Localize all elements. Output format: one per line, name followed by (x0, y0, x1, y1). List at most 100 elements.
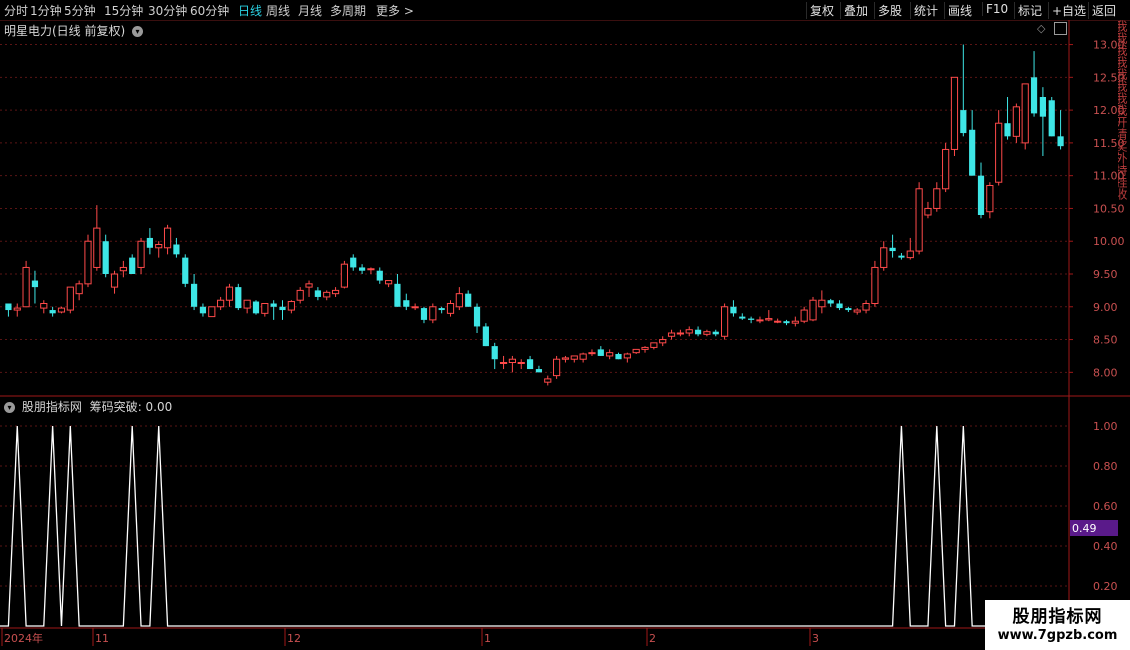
candle-body-up (986, 185, 994, 213)
candle-body-down (314, 290, 321, 297)
candle-body-down (438, 308, 445, 311)
candle-body-up (933, 188, 941, 209)
candle-body-down (827, 300, 834, 304)
candle-body-up (871, 266, 879, 305)
candle-body-up (650, 342, 658, 348)
current-value-marker-label: 0.49 (1072, 522, 1097, 535)
candle-body-up (243, 299, 251, 309)
candle-body-down (199, 306, 207, 314)
candle-body-up (721, 306, 729, 337)
indicator-axis-label: 0.40 (1093, 540, 1118, 553)
price-axis-label: 9.50 (1093, 268, 1118, 281)
candle-body-up (84, 240, 92, 285)
candle-body-up (119, 266, 127, 272)
price-axis-label: 8.00 (1093, 366, 1118, 379)
diamond-icon[interactable]: ◇ (1037, 22, 1045, 35)
candle-body-up (110, 273, 119, 288)
chevron-down-icon[interactable]: ▾ (4, 402, 15, 413)
date-axis-label: 12 (287, 632, 301, 645)
candle-body-up (208, 306, 216, 318)
candle-body-up (305, 283, 313, 288)
indicator-axis-label: 1.00 (1093, 420, 1118, 433)
date-axis-label: 2 (649, 632, 656, 645)
candle-body-up (225, 286, 234, 301)
candle-body-up (163, 227, 172, 249)
candle-body-up (22, 266, 30, 308)
indicator-line (0, 425, 1069, 627)
candle-body-down (1039, 97, 1046, 117)
candle-body-down (279, 306, 286, 311)
candle-body-down (526, 359, 534, 370)
candle-body-up (774, 320, 782, 323)
candle-body-up (508, 358, 516, 364)
candle-body-down (129, 257, 136, 274)
candle-body-down (1057, 136, 1064, 147)
candle-body-up (137, 240, 145, 268)
candle-body-up (862, 303, 870, 311)
candle-body-down (482, 326, 489, 347)
candle-body-down (615, 353, 622, 360)
candle-body-down (270, 303, 277, 307)
candle-body-down (845, 308, 852, 311)
candle-body-up (756, 319, 764, 322)
candle-body-up (66, 286, 74, 311)
candle-body-up (217, 299, 225, 308)
candle-body-down (191, 283, 198, 307)
candle-body-up (1021, 83, 1029, 144)
candle-body-up (517, 362, 525, 364)
candle-body-up (553, 358, 561, 377)
candle-body-up (632, 348, 640, 354)
candle-body-down (739, 316, 746, 319)
candle-body-up (915, 188, 923, 252)
candle-body-up (942, 148, 950, 190)
candle-body-up (75, 283, 83, 295)
candle-body-up (446, 303, 455, 314)
candle-body-down (420, 308, 428, 320)
candle-body-up (809, 299, 817, 321)
candle-body-up (13, 307, 21, 311)
candle-body-up (880, 247, 888, 268)
candle-body-up (455, 293, 463, 308)
candle-body-up (641, 346, 649, 350)
candle-body-down (5, 303, 12, 311)
candle-body-up (995, 122, 1003, 183)
candle-body-up (429, 306, 437, 321)
date-axis-label: 11 (95, 632, 109, 645)
indicator-axis-label: 0.80 (1093, 460, 1118, 473)
watermark-title: 股朋指标网 (1012, 607, 1103, 627)
candle-body-down (358, 267, 366, 271)
candle-body-up (685, 329, 693, 334)
candle-body-up (367, 268, 375, 271)
candle-body-up (385, 280, 393, 285)
date-axis-label: 2024年 (4, 631, 43, 645)
candle-body-down (473, 306, 481, 327)
candle-body-down (394, 283, 401, 307)
chevron-down-icon[interactable]: ▾ (132, 26, 144, 37)
candle-body-up (906, 250, 914, 259)
indicator-title: ▾ 股朋指标网 筹码突破: 0.00 (4, 398, 172, 415)
candle-body-down (783, 321, 790, 324)
kline-chart[interactable]: 13.0012.5012.0011.5011.0010.5010.009.509… (0, 0, 1130, 650)
candle-body-up (323, 291, 331, 298)
candle-body-up (818, 299, 826, 308)
candle-body-down (1048, 100, 1055, 137)
candle-body-up (261, 303, 269, 314)
candle-body-up (499, 362, 508, 364)
candle-body-down (977, 175, 985, 215)
candle-body-up (950, 76, 959, 150)
side-panel-toggle-icon[interactable] (1054, 22, 1067, 35)
candle-body-down (49, 310, 56, 314)
candle-body-down (748, 318, 755, 320)
indicator-axis-label: 0.60 (1093, 500, 1118, 513)
candle-body-up (623, 353, 631, 359)
side-info-strip: 我我我我我我我我开清奖外持挂收 (1118, 20, 1128, 200)
candle-body-up (411, 306, 419, 309)
candle-body-up (1012, 106, 1020, 137)
price-axis-label: 9.00 (1093, 301, 1118, 314)
indicator-current-value: 0.00 (145, 400, 173, 414)
candle-body-up (579, 353, 587, 360)
date-axis-label: 3 (812, 632, 819, 645)
candle-body-up (800, 309, 808, 322)
candle-body-down (350, 257, 357, 268)
indicator-source-name: 股朋指标网 (21, 400, 82, 414)
